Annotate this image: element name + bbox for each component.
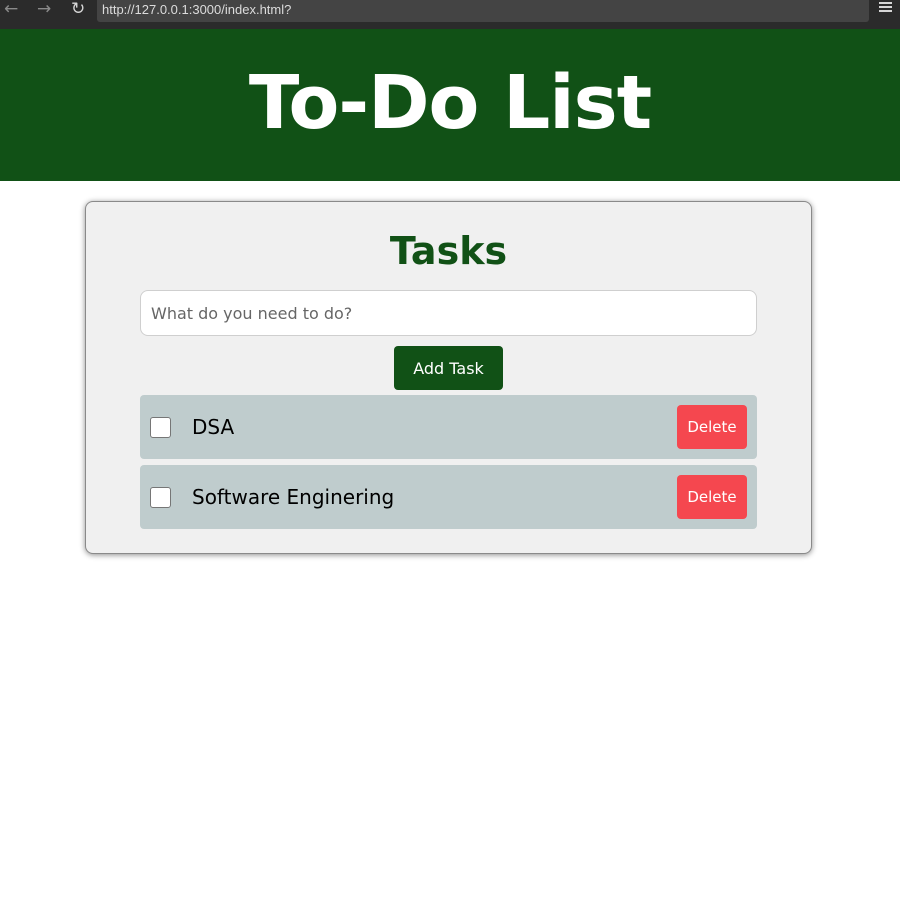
task-label: DSA [192, 415, 235, 439]
delete-task-button[interactable]: Delete [677, 475, 747, 519]
task-list: DSA Delete Software Enginering Delete [140, 395, 757, 535]
forward-arrow-icon[interactable]: → [37, 0, 51, 18]
task-checkbox[interactable] [150, 487, 171, 508]
back-arrow-icon[interactable]: ← [4, 0, 18, 18]
tasks-heading: Tasks [389, 229, 508, 273]
page-title: To-Do List [248, 60, 652, 146]
page-header: To-Do List [0, 29, 900, 181]
task-item: Software Enginering Delete [140, 465, 757, 529]
delete-task-button[interactable]: Delete [677, 405, 747, 449]
task-item: DSA Delete [140, 395, 757, 459]
add-task-button[interactable]: Add Task [394, 346, 503, 390]
browser-toolbar: ← → ↻ http://127.0.0.1:3000/index.html? [0, 0, 900, 29]
task-label: Software Enginering [192, 485, 395, 509]
reload-icon[interactable]: ↻ [71, 0, 85, 18]
task-checkbox[interactable] [150, 417, 171, 438]
new-task-input[interactable] [140, 290, 757, 336]
tasks-card: Tasks Add Task DSA Delete Software Engin… [85, 201, 812, 554]
hamburger-menu-icon[interactable] [879, 2, 892, 14]
address-bar[interactable]: http://127.0.0.1:3000/index.html? [97, 0, 869, 22]
